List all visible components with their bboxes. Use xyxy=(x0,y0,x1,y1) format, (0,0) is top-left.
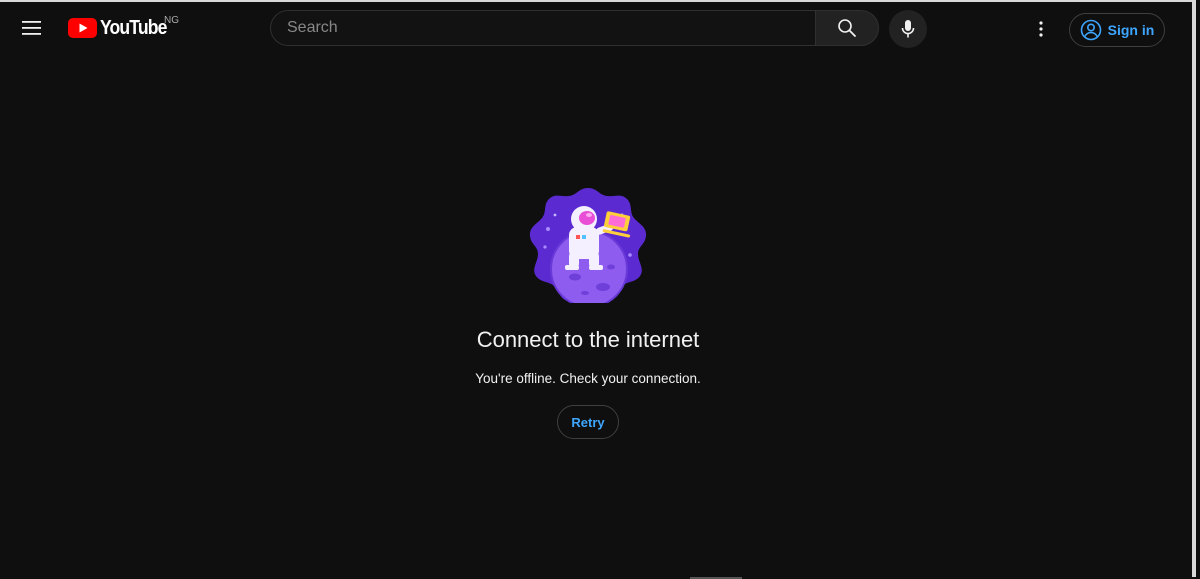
offline-message: Connect to the internet You're offline. … xyxy=(0,185,1176,439)
search-icon xyxy=(838,19,856,37)
youtube-play-icon xyxy=(68,18,97,38)
search-button[interactable] xyxy=(815,10,879,46)
youtube-logo[interactable]: YouTube xyxy=(68,14,176,42)
top-bar: YouTube NG Sign in xyxy=(0,2,1196,56)
retry-label: Retry xyxy=(571,414,605,430)
hamburger-menu-icon xyxy=(22,21,41,35)
region-code: NG xyxy=(164,15,179,26)
account-circle-icon xyxy=(1080,19,1101,41)
more-vertical-icon xyxy=(1039,21,1043,37)
offline-subtitle: You're offline. Check your connection. xyxy=(475,371,701,386)
retry-button[interactable]: Retry xyxy=(557,405,619,439)
settings-more-button[interactable] xyxy=(1024,12,1058,46)
offline-title: Connect to the internet xyxy=(476,327,700,352)
menu-button[interactable] xyxy=(14,10,50,46)
search-box xyxy=(270,10,815,46)
search-input[interactable] xyxy=(271,18,815,38)
logo-wordmark: YouTube xyxy=(100,17,167,39)
sign-in-label: Sign in xyxy=(1107,22,1155,38)
voice-search-button[interactable] xyxy=(889,10,927,48)
microphone-icon xyxy=(901,20,915,38)
astronaut-illustration xyxy=(529,188,647,303)
sign-in-button[interactable]: Sign in xyxy=(1069,13,1165,47)
